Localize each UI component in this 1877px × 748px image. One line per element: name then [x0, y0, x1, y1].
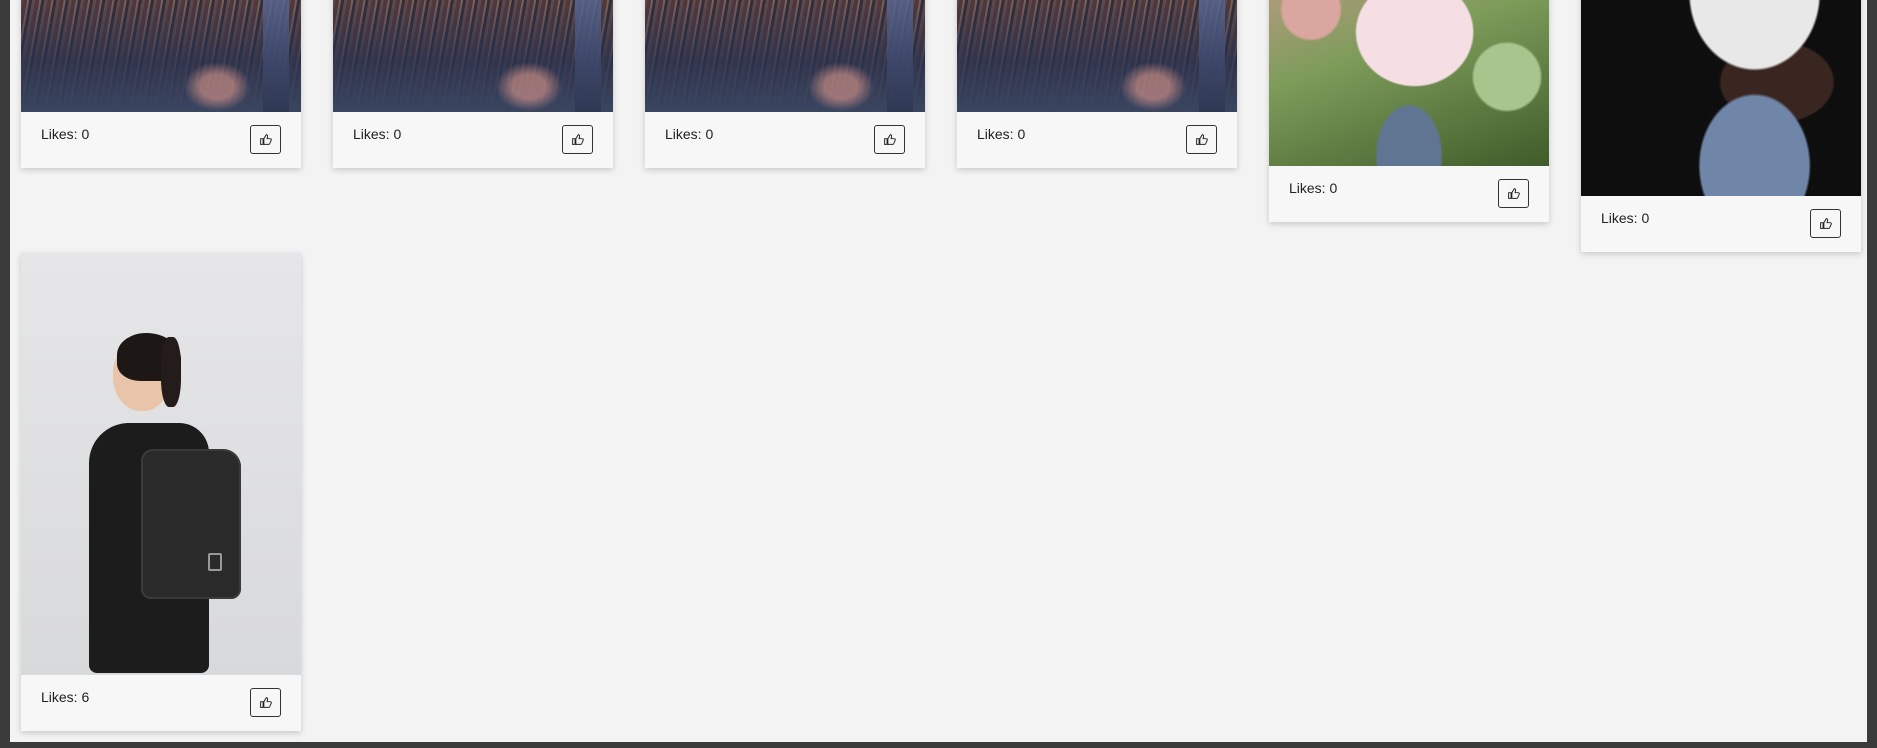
photo-card: Likes: 0: [1581, 0, 1861, 252]
backpack-photo: [21, 253, 301, 675]
library-photo: [333, 0, 613, 112]
library-photo: [957, 0, 1237, 112]
thumbs-up-icon: [884, 134, 896, 145]
card-footer: Likes: 6: [21, 675, 301, 731]
like-button[interactable]: [1186, 125, 1217, 154]
white-tshirt-photo: [1581, 0, 1861, 196]
likes-count: Likes: 0: [353, 126, 402, 142]
photo-card: Likes: 0: [21, 0, 301, 168]
thumbs-up-icon: [260, 134, 272, 145]
like-button[interactable]: [874, 125, 905, 154]
likes-count: Likes: 0: [1601, 210, 1650, 226]
card-footer: Likes: 0: [957, 112, 1237, 168]
likes-count: Likes: 0: [41, 126, 90, 142]
thumbs-up-icon: [1820, 218, 1832, 229]
backpack: [141, 449, 241, 599]
like-button[interactable]: [250, 125, 281, 154]
likes-count: Likes: 0: [1289, 180, 1338, 196]
library-photo: [645, 0, 925, 112]
likes-count: Likes: 0: [665, 126, 714, 142]
photo-card: Likes: 0: [333, 0, 613, 168]
card-footer: Likes: 0: [333, 112, 613, 168]
like-button[interactable]: [562, 125, 593, 154]
pink-tshirt-photo: [1269, 0, 1549, 166]
thumbs-up-icon: [260, 697, 272, 708]
photo-card: Likes: 0: [1269, 0, 1549, 222]
likes-count: Likes: 0: [977, 126, 1026, 142]
thumbs-up-icon: [1508, 188, 1520, 199]
photo-card: Likes: 0: [957, 0, 1237, 168]
like-button[interactable]: [250, 688, 281, 717]
person-ponytail: [161, 337, 181, 407]
card-footer: Likes: 0: [645, 112, 925, 168]
likes-count: Likes: 6: [41, 689, 90, 705]
card-footer: Likes: 0: [1581, 196, 1861, 252]
gallery-viewport: Likes: 0 Likes: 0 Likes: 0 Likes: 0 Like…: [10, 0, 1867, 742]
like-button[interactable]: [1810, 209, 1841, 238]
photo-card: Likes: 0: [645, 0, 925, 168]
photo-card: Likes: 6: [21, 253, 301, 731]
like-button[interactable]: [1498, 179, 1529, 208]
card-footer: Likes: 0: [21, 112, 301, 168]
thumbs-up-icon: [1196, 134, 1208, 145]
library-photo: [21, 0, 301, 112]
card-footer: Likes: 0: [1269, 166, 1549, 222]
backpack-buckle: [208, 553, 222, 571]
thumbs-up-icon: [572, 134, 584, 145]
